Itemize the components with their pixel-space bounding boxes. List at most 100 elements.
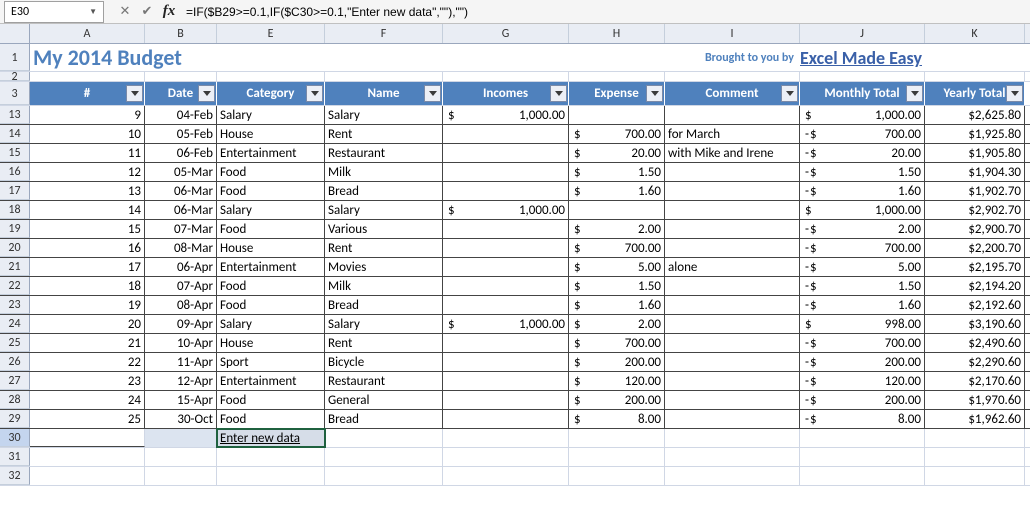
row-header[interactable]: 19 [0, 220, 30, 238]
cell[interactable] [665, 410, 800, 428]
cell[interactable]: Entertainment [217, 258, 325, 276]
cell[interactable]: Movies [325, 258, 443, 276]
row-header[interactable]: 14 [0, 125, 30, 143]
cell[interactable]: 14 [30, 201, 145, 219]
cell[interactable]: 15-Apr [145, 391, 217, 409]
cell[interactable]: 10-Apr [145, 334, 217, 352]
cell[interactable]: General [325, 391, 443, 409]
cell[interactable]: $2,170.60 [925, 372, 1025, 390]
cell[interactable] [443, 372, 569, 390]
cell[interactable]: 04-Feb [145, 106, 217, 124]
cell[interactable]: 12-Apr [145, 372, 217, 390]
select-all-corner[interactable] [0, 24, 30, 43]
cell[interactable]: for March [665, 125, 800, 143]
cell[interactable]: House [217, 334, 325, 352]
cell[interactable]: 06-Mar [145, 182, 217, 200]
cell[interactable]: Salary [217, 315, 325, 333]
cell[interactable]: $8.00 [569, 410, 665, 428]
cell[interactable]: $998.00 [800, 315, 925, 333]
cell[interactable]: with Mike and Irene [665, 144, 800, 162]
cell[interactable]: Food [217, 296, 325, 314]
cell[interactable]: $1.50 [569, 277, 665, 295]
row-header[interactable]: 32 [0, 467, 30, 485]
cell[interactable]: Rent [325, 239, 443, 257]
row-header[interactable]: 16 [0, 163, 30, 181]
cell[interactable]: 22 [30, 353, 145, 371]
row-header[interactable]: 17 [0, 182, 30, 200]
cell[interactable]: $1,000.00 [443, 315, 569, 333]
cell[interactable]: 05-Mar [145, 163, 217, 181]
cell[interactable] [443, 353, 569, 371]
cell[interactable]: $700.00 [569, 125, 665, 143]
cell[interactable]: Food [217, 277, 325, 295]
cell[interactable]: Milk [325, 277, 443, 295]
cell[interactable]: $120.00 [569, 372, 665, 390]
cell[interactable] [443, 258, 569, 276]
column-header[interactable]: A [30, 24, 145, 43]
cell[interactable] [443, 391, 569, 409]
row-header[interactable]: 1 [0, 44, 30, 71]
column-header[interactable]: I [665, 24, 800, 43]
cell[interactable] [665, 353, 800, 371]
cell[interactable]: House [217, 125, 325, 143]
cell[interactable] [665, 201, 800, 219]
column-header[interactable]: J [800, 24, 925, 43]
excel-made-easy-link[interactable]: Excel Made Easy [800, 44, 1025, 71]
cell[interactable] [30, 467, 145, 485]
cell[interactable] [145, 467, 217, 485]
cell[interactable]: $1,904.30 [925, 163, 1025, 181]
cell[interactable]: Food [217, 163, 325, 181]
cell[interactable]: $1.60 [569, 182, 665, 200]
cell[interactable] [443, 125, 569, 143]
chevron-down-icon[interactable]: ▼ [89, 7, 97, 17]
cell[interactable]: Salary [217, 106, 325, 124]
cell[interactable] [145, 429, 217, 447]
cell[interactable]: $5.00 [800, 258, 925, 276]
column-header[interactable]: H [569, 24, 665, 43]
cell[interactable] [665, 163, 800, 181]
cell[interactable]: $5.00 [569, 258, 665, 276]
cell[interactable]: 09-Apr [145, 315, 217, 333]
cell[interactable] [665, 239, 800, 257]
cell[interactable]: 21 [30, 334, 145, 352]
cell[interactable] [443, 220, 569, 238]
row-header[interactable]: 30 [0, 429, 30, 447]
cell[interactable]: Entertainment [217, 144, 325, 162]
cell[interactable] [443, 163, 569, 181]
cell[interactable]: $200.00 [800, 353, 925, 371]
cell[interactable]: 11 [30, 144, 145, 162]
cell[interactable]: Food [217, 410, 325, 428]
column-header[interactable]: F [325, 24, 443, 43]
cancel-icon[interactable]: ✕ [114, 1, 136, 23]
cell[interactable]: $700.00 [569, 239, 665, 257]
cell[interactable]: $2,195.70 [925, 258, 1025, 276]
cell[interactable]: alone [665, 258, 800, 276]
cell[interactable]: $2.00 [569, 220, 665, 238]
cell[interactable] [665, 334, 800, 352]
cell[interactable]: 23 [30, 372, 145, 390]
cell[interactable]: Salary [325, 315, 443, 333]
cell[interactable]: 16 [30, 239, 145, 257]
filter-icon[interactable] [781, 85, 798, 102]
row-header[interactable]: 23 [0, 296, 30, 314]
cell[interactable] [217, 467, 325, 485]
cell[interactable]: $1.50 [800, 163, 925, 181]
cell[interactable]: $1,925.80 [925, 125, 1025, 143]
cell[interactable] [443, 144, 569, 162]
row-header[interactable]: 15 [0, 144, 30, 162]
cell[interactable] [145, 448, 217, 466]
formula-input[interactable] [180, 5, 1030, 19]
cell[interactable]: $2,194.20 [925, 277, 1025, 295]
filter-icon[interactable] [198, 85, 215, 102]
cell[interactable] [925, 448, 1025, 466]
cell[interactable]: Food [217, 182, 325, 200]
row-header[interactable]: 26 [0, 353, 30, 371]
cell[interactable]: Salary [217, 201, 325, 219]
cell[interactable]: $2.00 [569, 315, 665, 333]
cell[interactable]: Salary [325, 106, 443, 124]
filter-icon[interactable] [550, 85, 567, 102]
cell[interactable] [217, 448, 325, 466]
cell[interactable]: House [217, 239, 325, 257]
cell[interactable]: 19 [30, 296, 145, 314]
cell[interactable]: $2,902.70 [925, 201, 1025, 219]
